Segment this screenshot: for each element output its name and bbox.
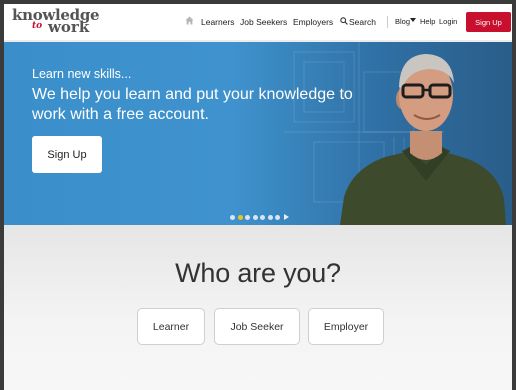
nav-login[interactable]: Login bbox=[439, 16, 457, 28]
nav-blog[interactable]: Blog bbox=[395, 16, 410, 28]
carousel-dot[interactable] bbox=[267, 214, 273, 220]
play-icon[interactable] bbox=[283, 214, 289, 220]
hero-signup-button[interactable]: Sign Up bbox=[32, 136, 102, 173]
nav-search[interactable]: Search bbox=[349, 16, 376, 28]
carousel-indicators bbox=[230, 214, 289, 220]
home-icon[interactable] bbox=[185, 16, 194, 25]
hero-banner: Learn new skills... We help you learn an… bbox=[4, 42, 512, 225]
employer-button[interactable]: Employer bbox=[308, 308, 384, 345]
nav-job-seekers[interactable]: Job Seekers bbox=[240, 16, 287, 28]
hero-kicker: Learn new skills... bbox=[32, 67, 132, 81]
carousel-dot-active[interactable] bbox=[237, 214, 243, 220]
nav-help[interactable]: Help bbox=[420, 16, 435, 28]
role-selection-section: Who are you? Learner Job Seeker Employer bbox=[4, 225, 512, 390]
learner-button[interactable]: Learner bbox=[137, 308, 205, 345]
hero-headline: We help you learn and put your knowledge… bbox=[32, 86, 353, 123]
job-seeker-button[interactable]: Job Seeker bbox=[214, 308, 300, 345]
logo[interactable]: knowledge to work bbox=[12, 7, 102, 37]
chevron-down-icon[interactable] bbox=[410, 18, 416, 22]
carousel-dot[interactable] bbox=[252, 214, 258, 220]
nav-learners[interactable]: Learners bbox=[201, 16, 235, 28]
carousel-dot[interactable] bbox=[275, 214, 280, 220]
nav-divider bbox=[387, 16, 388, 28]
nav-employers[interactable]: Employers bbox=[293, 16, 333, 28]
carousel-dot[interactable] bbox=[260, 214, 265, 220]
logo-text-work: work bbox=[48, 18, 90, 36]
header-signup-button[interactable]: Sign Up bbox=[466, 12, 511, 32]
carousel-dot[interactable] bbox=[230, 214, 235, 220]
carousel-dot[interactable] bbox=[245, 214, 250, 220]
logo-text-to: to bbox=[32, 21, 43, 31]
page: knowledge to work Learners Job Seekers E… bbox=[4, 4, 512, 390]
section-title: Who are you? bbox=[175, 258, 341, 288]
site-header: knowledge to work Learners Job Seekers E… bbox=[4, 4, 512, 40]
search-icon[interactable] bbox=[340, 17, 348, 25]
hero-person-photo bbox=[340, 54, 506, 225]
